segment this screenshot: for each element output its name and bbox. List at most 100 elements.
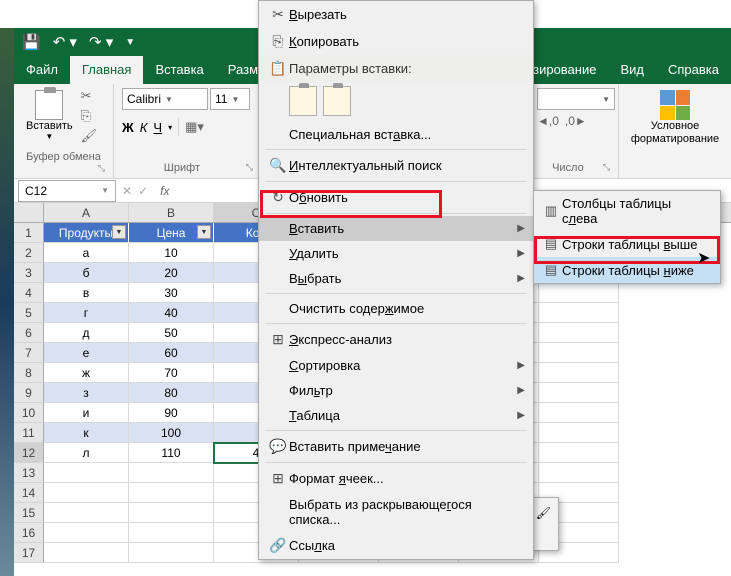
cell[interactable]	[539, 383, 619, 403]
cut-icon[interactable]: ✂	[81, 88, 98, 104]
cell[interactable]: 110	[129, 443, 214, 463]
cell[interactable]	[539, 423, 619, 443]
sub-rows-above[interactable]: ▤Строки таблицы выше	[534, 231, 720, 257]
save-icon[interactable]: 💾	[22, 33, 41, 51]
cell[interactable]: в	[44, 283, 129, 303]
cell[interactable]: б	[44, 263, 129, 283]
redo-icon[interactable]: ↷ ▾	[89, 33, 113, 51]
row-header[interactable]: 5	[14, 303, 44, 323]
cell[interactable]	[44, 463, 129, 483]
row-header[interactable]: 8	[14, 363, 44, 383]
row-header[interactable]: 2	[14, 243, 44, 263]
underline-button[interactable]: Ч	[153, 120, 162, 135]
font-size-combo[interactable]: 11▼	[210, 88, 250, 110]
tab-home[interactable]: Главная	[70, 56, 143, 84]
paste-option-1-icon[interactable]	[289, 86, 317, 116]
row-header[interactable]: 7	[14, 343, 44, 363]
increase-decimal-icon[interactable]: ,0►	[565, 114, 587, 128]
paste-option-2-icon[interactable]	[323, 86, 351, 116]
ctx-quick-analysis[interactable]: ⊞Экспресс-анализ	[259, 326, 533, 353]
cell[interactable]	[539, 443, 619, 463]
col-header-a[interactable]: A	[44, 203, 129, 222]
customize-qat-icon[interactable]: ▼	[125, 37, 135, 48]
cell[interactable]: ж	[44, 363, 129, 383]
cell[interactable]	[539, 323, 619, 343]
row-header[interactable]: 14	[14, 483, 44, 503]
cell[interactable]	[539, 303, 619, 323]
ctx-refresh[interactable]: ↻Обновить	[259, 184, 533, 211]
cell[interactable]: 60	[129, 343, 214, 363]
row-header[interactable]: 6	[14, 323, 44, 343]
cell[interactable]	[129, 483, 214, 503]
table-header-cell[interactable]: Цена▼	[129, 223, 214, 243]
ctx-sort[interactable]: Сортировка▶	[259, 353, 533, 378]
row-header[interactable]: 12	[14, 443, 44, 463]
ctx-table[interactable]: Таблица▶	[259, 403, 533, 428]
cell[interactable]: 90	[129, 403, 214, 423]
table-header-cell[interactable]: Продукты▼	[44, 223, 129, 243]
ctx-copy[interactable]: ⎘Копировать	[259, 28, 533, 55]
cell[interactable]	[44, 503, 129, 523]
cell[interactable]: л	[44, 443, 129, 463]
select-all-corner[interactable]	[14, 203, 44, 222]
cell[interactable]	[129, 543, 214, 563]
cell[interactable]: 40	[129, 303, 214, 323]
number-format-combo[interactable]: ▼	[537, 88, 615, 110]
row-header[interactable]: 10	[14, 403, 44, 423]
cell[interactable]: 30	[129, 283, 214, 303]
ctx-pick-from-dropdown[interactable]: Выбрать из раскрывающегося списка...	[259, 492, 533, 532]
cell[interactable]	[539, 343, 619, 363]
row-header[interactable]: 4	[14, 283, 44, 303]
ctx-insert[interactable]: Вставить▶	[259, 216, 533, 241]
row-header[interactable]: 13	[14, 463, 44, 483]
cell[interactable]	[539, 363, 619, 383]
cell[interactable]: 80	[129, 383, 214, 403]
tab-file[interactable]: Файл	[14, 56, 70, 84]
row-header[interactable]: 1	[14, 223, 44, 243]
undo-icon[interactable]: ↶ ▾	[53, 33, 77, 51]
cell[interactable]	[129, 503, 214, 523]
filter-dropdown-icon[interactable]: ▼	[112, 225, 126, 239]
font-name-combo[interactable]: Calibri▼	[122, 88, 208, 110]
row-header[interactable]: 16	[14, 523, 44, 543]
name-box[interactable]: C12▼	[18, 180, 116, 202]
cell[interactable]: а	[44, 243, 129, 263]
cell[interactable]: г	[44, 303, 129, 323]
cell[interactable]: 70	[129, 363, 214, 383]
conditional-formatting-button[interactable]: Условное форматирование	[627, 88, 723, 148]
cell[interactable]: 100	[129, 423, 214, 443]
ctx-select[interactable]: Выбрать▶	[259, 266, 533, 291]
row-header[interactable]: 11	[14, 423, 44, 443]
row-header[interactable]: 9	[14, 383, 44, 403]
sub-cols-left[interactable]: ▥Столбцы таблицы слева	[534, 191, 720, 231]
bold-button[interactable]: Ж	[122, 120, 134, 135]
cell[interactable]	[44, 543, 129, 563]
mini-format-painter-icon[interactable]: 🖌	[533, 505, 554, 521]
cell[interactable]	[44, 523, 129, 543]
tab-insert[interactable]: Вставка	[143, 56, 215, 84]
ctx-delete[interactable]: Удалить▶	[259, 241, 533, 266]
ctx-smart-lookup[interactable]: 🔍Интеллектуальный поиск	[259, 152, 533, 179]
col-header-b[interactable]: B	[129, 203, 214, 222]
cell[interactable]	[539, 463, 619, 483]
cell[interactable]	[539, 283, 619, 303]
filter-dropdown-icon[interactable]: ▼	[197, 225, 211, 239]
ctx-paste-special[interactable]: Специальная вставка...	[259, 122, 533, 147]
tab-view[interactable]: Вид	[608, 56, 656, 84]
cell[interactable]: е	[44, 343, 129, 363]
cell[interactable]	[539, 403, 619, 423]
cell[interactable]: д	[44, 323, 129, 343]
cell[interactable]	[44, 483, 129, 503]
italic-button[interactable]: К	[140, 120, 148, 135]
cell[interactable]: и	[44, 403, 129, 423]
paste-button[interactable]: Вставить ▼	[22, 88, 77, 143]
format-painter-icon[interactable]: 🖌	[81, 128, 98, 144]
row-header[interactable]: 15	[14, 503, 44, 523]
fx-button[interactable]: fx	[160, 184, 169, 198]
cell[interactable]: з	[44, 383, 129, 403]
cell[interactable]: 20	[129, 263, 214, 283]
ctx-cut[interactable]: ✂Вырезать	[259, 1, 533, 28]
enter-icon[interactable]: ✓	[138, 184, 148, 198]
row-header[interactable]: 17	[14, 543, 44, 563]
cell[interactable]: к	[44, 423, 129, 443]
